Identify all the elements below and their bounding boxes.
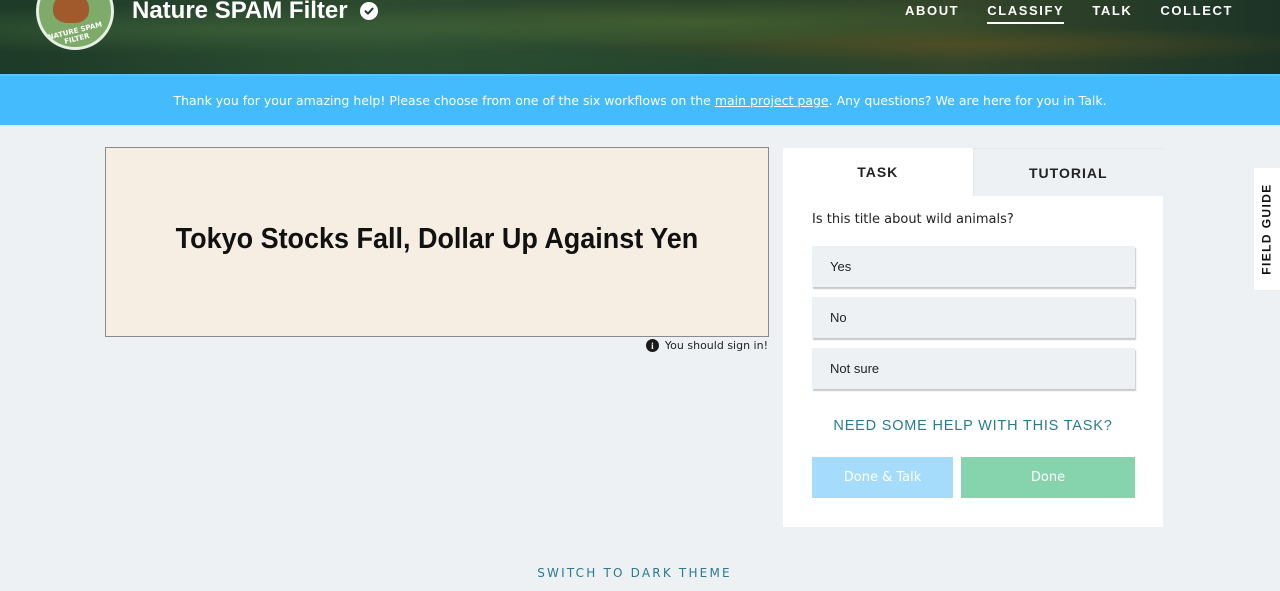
project-title-group[interactable]: Nature SPAM Filter [132, 0, 378, 26]
nav-about[interactable]: ABOUT [905, 3, 959, 24]
tab-tutorial[interactable]: TUTORIAL [972, 148, 1163, 196]
verified-check-icon [359, 2, 378, 20]
project-avatar[interactable]: NATURE SPAM FILTER [36, 0, 114, 50]
nav-classify[interactable]: CLASSIFY [987, 3, 1065, 24]
announcement-text-after: . Any questions? We are here for you in … [828, 93, 1107, 108]
nav-collect[interactable]: COLLECT [1160, 3, 1233, 24]
nav-talk[interactable]: TALK [1092, 3, 1132, 24]
fox-illustration [53, 0, 89, 23]
subject-viewer: Tokyo Stocks Fall, Dollar Up Against Yen [105, 147, 769, 337]
signin-note-text: You should sign in! [664, 339, 768, 352]
task-tabs: TASK TUTORIAL [783, 148, 1163, 196]
done-and-talk-button[interactable]: Done & Talk [812, 457, 953, 498]
project-title[interactable]: Nature SPAM Filter [132, 0, 348, 25]
field-guide-tab[interactable]: FIELD GUIDE [1254, 168, 1280, 290]
task-help-link[interactable]: NEED SOME HELP WITH THIS TASK? [783, 418, 1163, 434]
announcement-text-before: Thank you for your amazing help! Please … [173, 93, 715, 108]
answer-no-button[interactable]: No [812, 297, 1135, 338]
announcement-text: Thank you for your amazing help! Please … [173, 93, 1106, 108]
announcement-banner: Thank you for your amazing help! Please … [0, 74, 1280, 125]
tab-task[interactable]: TASK [783, 148, 973, 196]
answer-yes-button[interactable]: Yes [812, 246, 1135, 287]
answer-not-sure-button[interactable]: Not sure [812, 348, 1135, 389]
avatar-ring-text: NATURE SPAM FILTER [47, 20, 104, 46]
project-nav: ABOUT CLASSIFY TALK COLLECT [905, 3, 1233, 24]
task-panel: TASK TUTORIAL Is this title about wild a… [783, 148, 1163, 527]
field-guide-label: FIELD GUIDE [1260, 183, 1274, 275]
info-icon: i [645, 339, 659, 352]
switch-theme-link[interactable]: SWITCH TO DARK THEME [0, 566, 1269, 580]
subject-title: Tokyo Stocks Fall, Dollar Up Against Yen [175, 222, 699, 255]
task-question: Is this title about wild animals? [812, 212, 1014, 227]
main-project-page-link[interactable]: main project page [715, 93, 829, 108]
site-header: NATURE SPAM FILTER Nature SPAM Filter AB… [0, 0, 1280, 74]
done-button[interactable]: Done [961, 457, 1135, 498]
signin-note: i You should sign in! [645, 339, 768, 352]
